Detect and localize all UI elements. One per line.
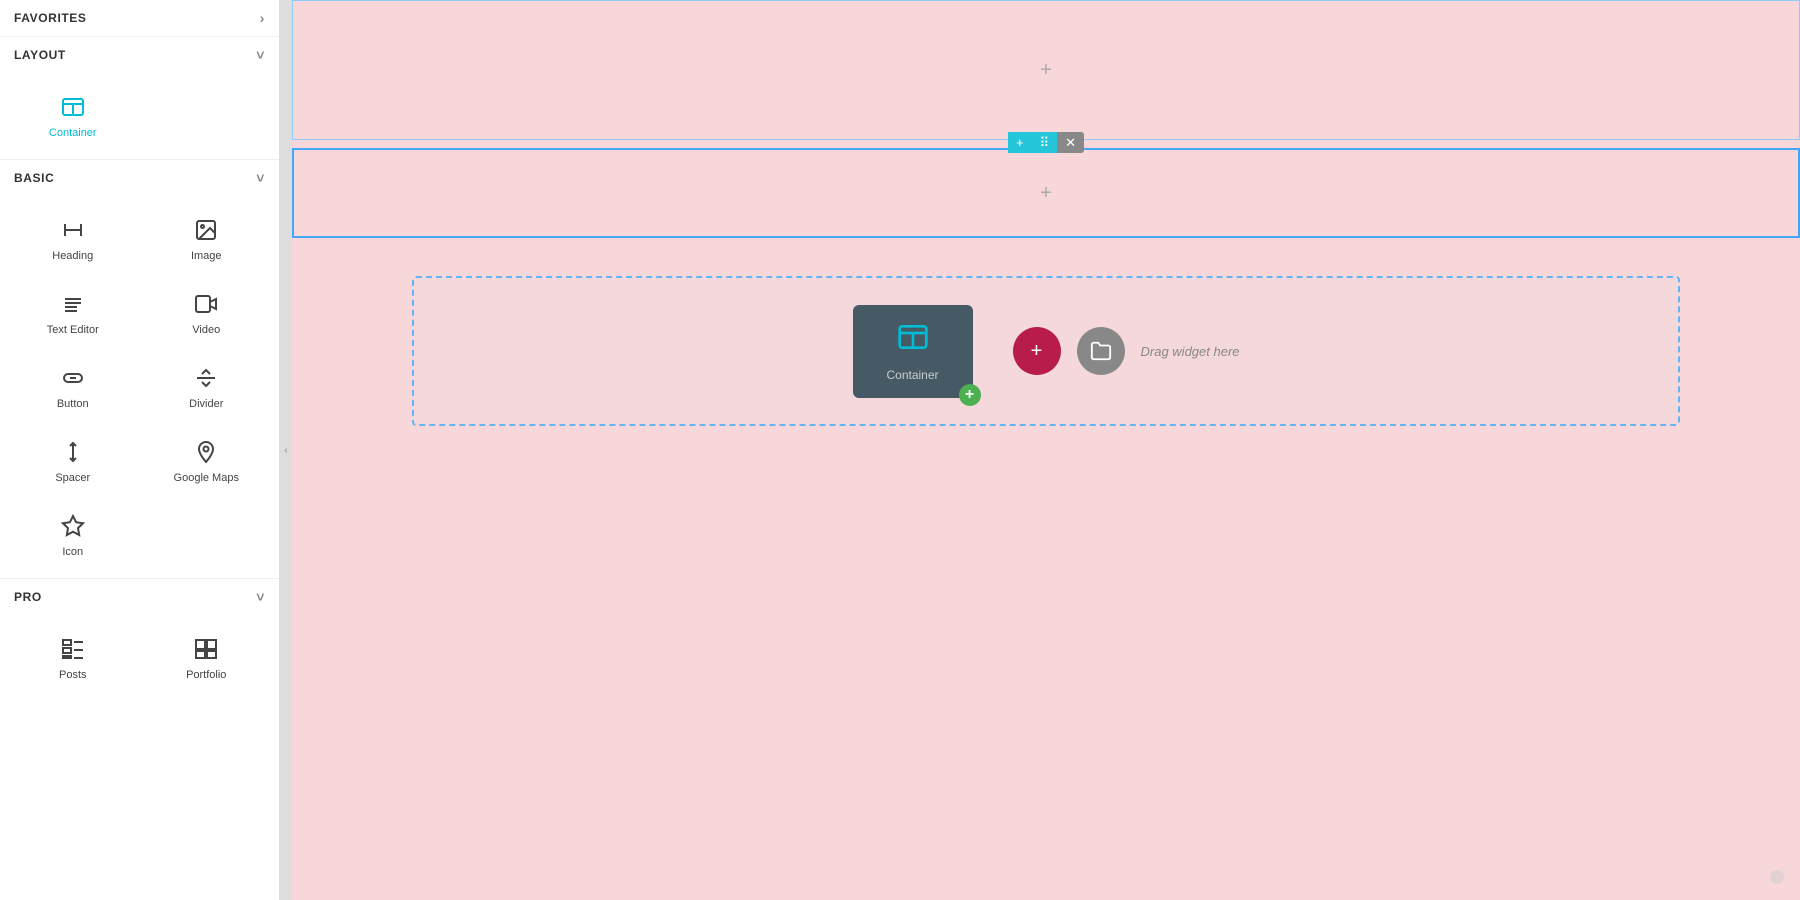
- drag-ghost-label: Container: [886, 368, 938, 382]
- widget-portfolio[interactable]: Portfolio: [142, 623, 272, 693]
- video-icon: [192, 290, 220, 318]
- drag-ghost-icon: [897, 321, 929, 360]
- section-toolbar: + ⠿ ✕: [1008, 132, 1084, 153]
- widget-button[interactable]: Button: [8, 352, 138, 422]
- widget-image[interactable]: Image: [142, 204, 272, 274]
- container-label: Container: [49, 127, 97, 139]
- layout-section-header[interactable]: LAYOUT ˅: [0, 36, 279, 73]
- divider-icon: [192, 364, 220, 392]
- portfolio-icon: [192, 635, 220, 663]
- widget-divider[interactable]: Divider: [142, 352, 272, 422]
- widget-spacer[interactable]: Spacer: [8, 426, 138, 496]
- portfolio-label: Portfolio: [186, 669, 226, 681]
- icon-widget-icon: [59, 512, 87, 540]
- button-icon: [59, 364, 87, 392]
- layout-label: LAYOUT: [14, 48, 66, 62]
- toolbar-add-button[interactable]: +: [1008, 132, 1032, 153]
- pro-chevron: ˅: [256, 589, 265, 605]
- container-icon: [59, 93, 87, 121]
- image-icon: [192, 216, 220, 244]
- basic-chevron: ˅: [256, 170, 265, 186]
- layout-chevron: ˅: [256, 47, 265, 63]
- add-section-2-button[interactable]: +: [1040, 182, 1052, 205]
- pro-widget-grid: Posts Portfolio: [0, 615, 279, 701]
- drag-widget-label: Drag widget here: [1141, 344, 1240, 359]
- basic-section-header[interactable]: BASIC ˅: [0, 159, 279, 196]
- toolbar-close-button[interactable]: ✕: [1057, 132, 1084, 153]
- widget-google-maps[interactable]: Google Maps: [142, 426, 272, 496]
- button-label: Button: [57, 398, 89, 410]
- canvas-section-1: +: [292, 0, 1800, 140]
- widget-panel: FAVORITES › LAYOUT ˅ Container BASIC ˅: [0, 0, 280, 900]
- google-maps-icon: [192, 438, 220, 466]
- basic-widget-grid: Heading Image Text Editor: [0, 196, 279, 578]
- favorites-chevron: ›: [260, 10, 265, 26]
- canvas-area: + + ⠿ ✕ + Container +: [292, 0, 1800, 900]
- favorites-section-header[interactable]: FAVORITES ›: [0, 0, 279, 36]
- posts-icon: [59, 635, 87, 663]
- panel-collapse-handle[interactable]: ‹: [280, 0, 292, 900]
- drag-ghost-widget: Container +: [853, 305, 973, 398]
- layout-widget-grid: Container: [0, 73, 279, 159]
- scrollbar-corner: [1770, 870, 1784, 884]
- spacer-label: Spacer: [55, 472, 90, 484]
- drop-folder-button[interactable]: [1077, 327, 1125, 375]
- widget-container[interactable]: Container: [8, 81, 138, 151]
- basic-label: BASIC: [14, 171, 54, 185]
- widget-posts[interactable]: Posts: [8, 623, 138, 693]
- widget-icon[interactable]: Icon: [8, 500, 138, 570]
- divider-label: Divider: [189, 398, 223, 410]
- favorites-label: FAVORITES: [14, 11, 87, 25]
- text-editor-icon: [59, 290, 87, 318]
- google-maps-label: Google Maps: [174, 472, 239, 484]
- canvas-section-2: + ⠿ ✕ +: [292, 148, 1800, 238]
- text-editor-label: Text Editor: [47, 324, 99, 336]
- drop-add-badge: +: [959, 384, 981, 406]
- spacer-icon: [59, 438, 87, 466]
- video-label: Video: [192, 324, 220, 336]
- drop-actions: + Drag widget here: [1013, 327, 1240, 375]
- heading-icon: [59, 216, 87, 244]
- posts-label: Posts: [59, 669, 87, 681]
- image-label: Image: [191, 250, 222, 262]
- icon-widget-label: Icon: [62, 546, 83, 558]
- toolbar-drag-button[interactable]: ⠿: [1032, 132, 1058, 153]
- canvas-section-3-wrapper: Container + + Drag widget here: [292, 238, 1800, 426]
- pro-section-header[interactable]: PRO ˅: [0, 578, 279, 615]
- drop-add-button[interactable]: +: [1013, 327, 1061, 375]
- widget-heading[interactable]: Heading: [8, 204, 138, 274]
- heading-label: Heading: [52, 250, 93, 262]
- drop-zone-section[interactable]: Container + + Drag widget here: [412, 276, 1680, 426]
- pro-label: PRO: [14, 590, 42, 604]
- widget-text-editor[interactable]: Text Editor: [8, 278, 138, 348]
- widget-video[interactable]: Video: [142, 278, 272, 348]
- add-section-1-button[interactable]: +: [1040, 59, 1052, 82]
